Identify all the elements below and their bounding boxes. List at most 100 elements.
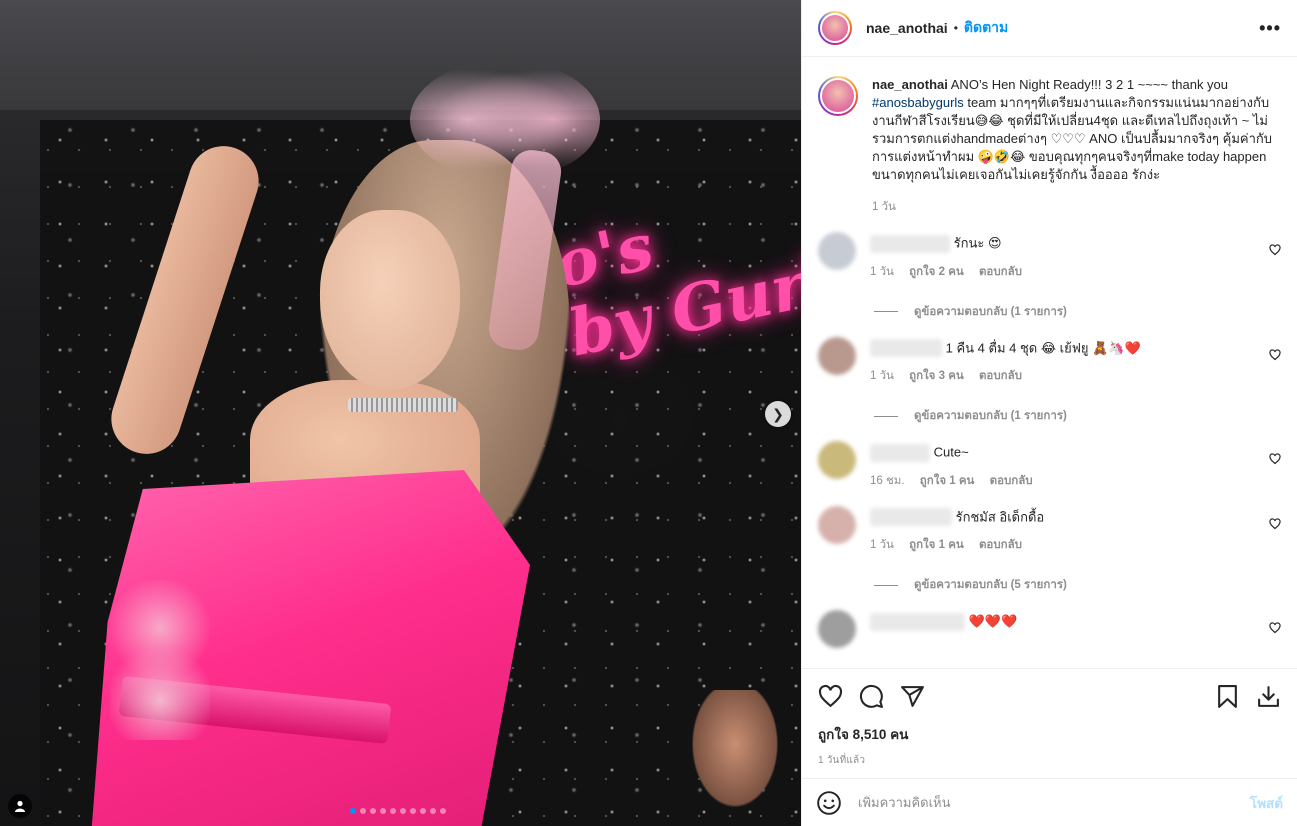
download-icon[interactable] — [1256, 684, 1281, 709]
comment-username-blurred[interactable] — [870, 234, 950, 253]
carousel-dots — [350, 808, 446, 814]
heart-icon[interactable] — [1269, 348, 1281, 361]
list-item: 1 คืน 4 ตื่ม 4 ชุด 😂 เย้ฟยู 🧸🦄❤️ 1 วัน ถ… — [818, 336, 1281, 386]
comment-block: Cute~ 16 ชม. ถูกใจ 1 คน ตอบกลับ — [818, 441, 1281, 490]
comment-input[interactable] — [858, 795, 1250, 810]
comment-username-blurred[interactable] — [870, 508, 952, 527]
comment-likes[interactable]: ถูกใจ 3 คน — [909, 370, 964, 382]
carousel-dot — [420, 808, 426, 814]
carousel-dot — [350, 808, 356, 814]
comment-block: 1 คืน 4 ตื่ม 4 ชุด 😂 เย้ฟยู 🧸🦄❤️ 1 วัน ถ… — [818, 336, 1281, 426]
comment-likes[interactable]: ถูกใจ 1 คน — [909, 539, 964, 551]
caption: nae_anothai ANO’s Hen Night Ready!!! 3 2… — [818, 58, 1281, 216]
comment-text: 1 คืน 4 ตื่ม 4 ชุด 😂 เย้ฟยู 🧸🦄❤️ — [945, 340, 1141, 356]
carousel-dot — [370, 808, 376, 814]
heart-icon[interactable] — [1269, 453, 1281, 465]
comment-meta: 16 ชม. ถูกใจ 1 คน ตอบกลับ — [870, 472, 1281, 490]
user-tag-button[interactable] — [8, 794, 32, 818]
photo-bow — [410, 60, 600, 180]
comment-block: รักชมัส อิเด็กดื้อ 1 วัน ถูกใจ 1 คน ตอบก… — [818, 505, 1281, 595]
avatar[interactable] — [818, 232, 856, 270]
comment-time: 1 วัน — [870, 539, 894, 552]
caption-hashtag[interactable]: #anosbabygurls — [872, 95, 964, 110]
chevron-right-icon: ❯ — [772, 405, 784, 422]
comment-username-blurred[interactable] — [870, 339, 942, 358]
list-item: ❤️❤️❤️ — [818, 610, 1281, 659]
comment-meta: 1 วัน ถูกใจ 3 คน ตอบกลับ — [870, 367, 1281, 385]
photo-plush-toys — [110, 580, 210, 740]
carousel-dot — [400, 808, 406, 814]
avatar[interactable] — [818, 505, 856, 544]
comment-body: รักนะ 😍 1 วัน ถูกใจ 2 คน ตอบกลับ — [870, 234, 1281, 281]
comment-text: รักนะ 😍 — [953, 235, 1002, 251]
comment-text: Cute~ — [933, 444, 969, 460]
comment-meta: 1 วัน ถูกใจ 2 คน ตอบกลับ — [870, 263, 1281, 281]
replies-divider — [874, 584, 898, 586]
comment-body: 1 คืน 4 ตื่ม 4 ชุด 😂 เย้ฟยู 🧸🦄❤️ 1 วัน ถ… — [870, 339, 1281, 386]
bookmark-icon[interactable] — [1215, 684, 1240, 709]
carousel-dot — [430, 808, 436, 814]
emoji-icon[interactable] — [816, 790, 842, 816]
view-replies-button[interactable]: ดูข้อความตอบกลับ (5 รายการ) — [874, 576, 1281, 594]
caption-avatar[interactable] — [818, 76, 858, 116]
user-tag-icon — [15, 800, 25, 812]
caption-body: nae_anothai ANO’s Hen Night Ready!!! 3 2… — [872, 76, 1281, 216]
heart-icon[interactable] — [818, 684, 843, 709]
caption-time: 1 วัน — [872, 201, 896, 213]
comment-reply-button[interactable]: ตอบกลับ — [979, 539, 1022, 551]
view-replies-label: ดูข้อความตอบกลับ (1 รายการ) — [914, 305, 1067, 318]
photo-face — [320, 210, 460, 390]
comment-time: 1 วัน — [870, 370, 894, 383]
comment-username-blurred[interactable] — [870, 612, 965, 631]
heart-icon[interactable] — [1269, 244, 1281, 256]
heart-icon[interactable] — [1269, 518, 1281, 530]
header-username[interactable]: nae_anothai — [866, 20, 948, 36]
comment-body: Cute~ 16 ชม. ถูกใจ 1 คน ตอบกลับ — [870, 443, 1281, 490]
carousel-dot — [360, 808, 366, 814]
carousel-next-button[interactable]: ❯ — [765, 401, 791, 427]
comment-reply-button[interactable]: ตอบกลับ — [990, 475, 1033, 487]
post-side-panel: nae_anothai • ติดตาม ••• nae_anothai ANO… — [801, 0, 1297, 826]
view-replies-button[interactable]: ดูข้อความตอบกลับ (1 รายการ) — [874, 407, 1281, 425]
post-comment-button[interactable]: โพสต์ — [1250, 792, 1283, 814]
carousel-dot — [390, 808, 396, 814]
action-icons-right — [1199, 684, 1281, 709]
comments-list[interactable]: nae_anothai ANO’s Hen Night Ready!!! 3 2… — [802, 58, 1297, 667]
photo-choker — [348, 398, 458, 412]
comment-reply-button[interactable]: ตอบกลับ — [979, 266, 1022, 278]
comment-meta — [870, 641, 1281, 659]
comment-meta: 1 วัน ถูกใจ 1 คน ตอบกลับ — [870, 536, 1281, 554]
avatar[interactable] — [818, 441, 856, 480]
likes-count[interactable]: ถูกใจ 8,510 คน — [818, 723, 1281, 745]
header-separator: • — [953, 21, 958, 35]
avatar[interactable] — [818, 610, 856, 649]
comment-reply-button[interactable]: ตอบกลับ — [979, 370, 1022, 382]
comment-time: 16 ชม. — [870, 474, 905, 487]
view-replies-label: ดูข้อความตอบกลับ (5 รายการ) — [914, 579, 1067, 592]
posted-time: 1 วันที่แล้ว — [818, 755, 866, 766]
follow-button[interactable]: ติดตาม — [964, 17, 1008, 39]
post-photo[interactable]: o's by Gurls ❯ — [0, 0, 801, 826]
comment-likes[interactable]: ถูกใจ 2 คน — [909, 266, 964, 278]
share-icon[interactable] — [900, 684, 925, 709]
avatar[interactable] — [818, 336, 856, 375]
avatar[interactable] — [818, 11, 852, 45]
replies-divider — [874, 415, 898, 417]
comment-likes[interactable]: ถูกใจ 1 คน — [920, 475, 975, 487]
heart-icon[interactable] — [1269, 622, 1281, 634]
view-replies-button[interactable]: ดูข้อความตอบกลับ (1 รายการ) — [874, 303, 1281, 321]
comment-username-blurred[interactable] — [870, 443, 930, 462]
comment-text: ❤️❤️❤️ — [968, 613, 1018, 629]
photo-background-person — [690, 690, 780, 810]
replies-divider — [874, 311, 898, 313]
comment-icon[interactable] — [859, 684, 884, 709]
comment-block: รักนะ 😍 1 วัน ถูกใจ 2 คน ตอบกลับ ดูข้อคว… — [818, 232, 1281, 321]
post-actions: ถูกใจ 8,510 คน 1 วันที่แล้ว — [802, 668, 1297, 778]
comment-time: 1 วัน — [870, 265, 894, 278]
photo-background-wall — [0, 0, 801, 110]
more-icon[interactable]: ••• — [1259, 18, 1281, 39]
caption-username[interactable]: nae_anothai — [872, 77, 948, 92]
post-header: nae_anothai • ติดตาม ••• — [802, 0, 1297, 57]
list-item: Cute~ 16 ชม. ถูกใจ 1 คน ตอบกลับ — [818, 441, 1281, 490]
comment-block: ❤️❤️❤️ — [818, 610, 1281, 659]
